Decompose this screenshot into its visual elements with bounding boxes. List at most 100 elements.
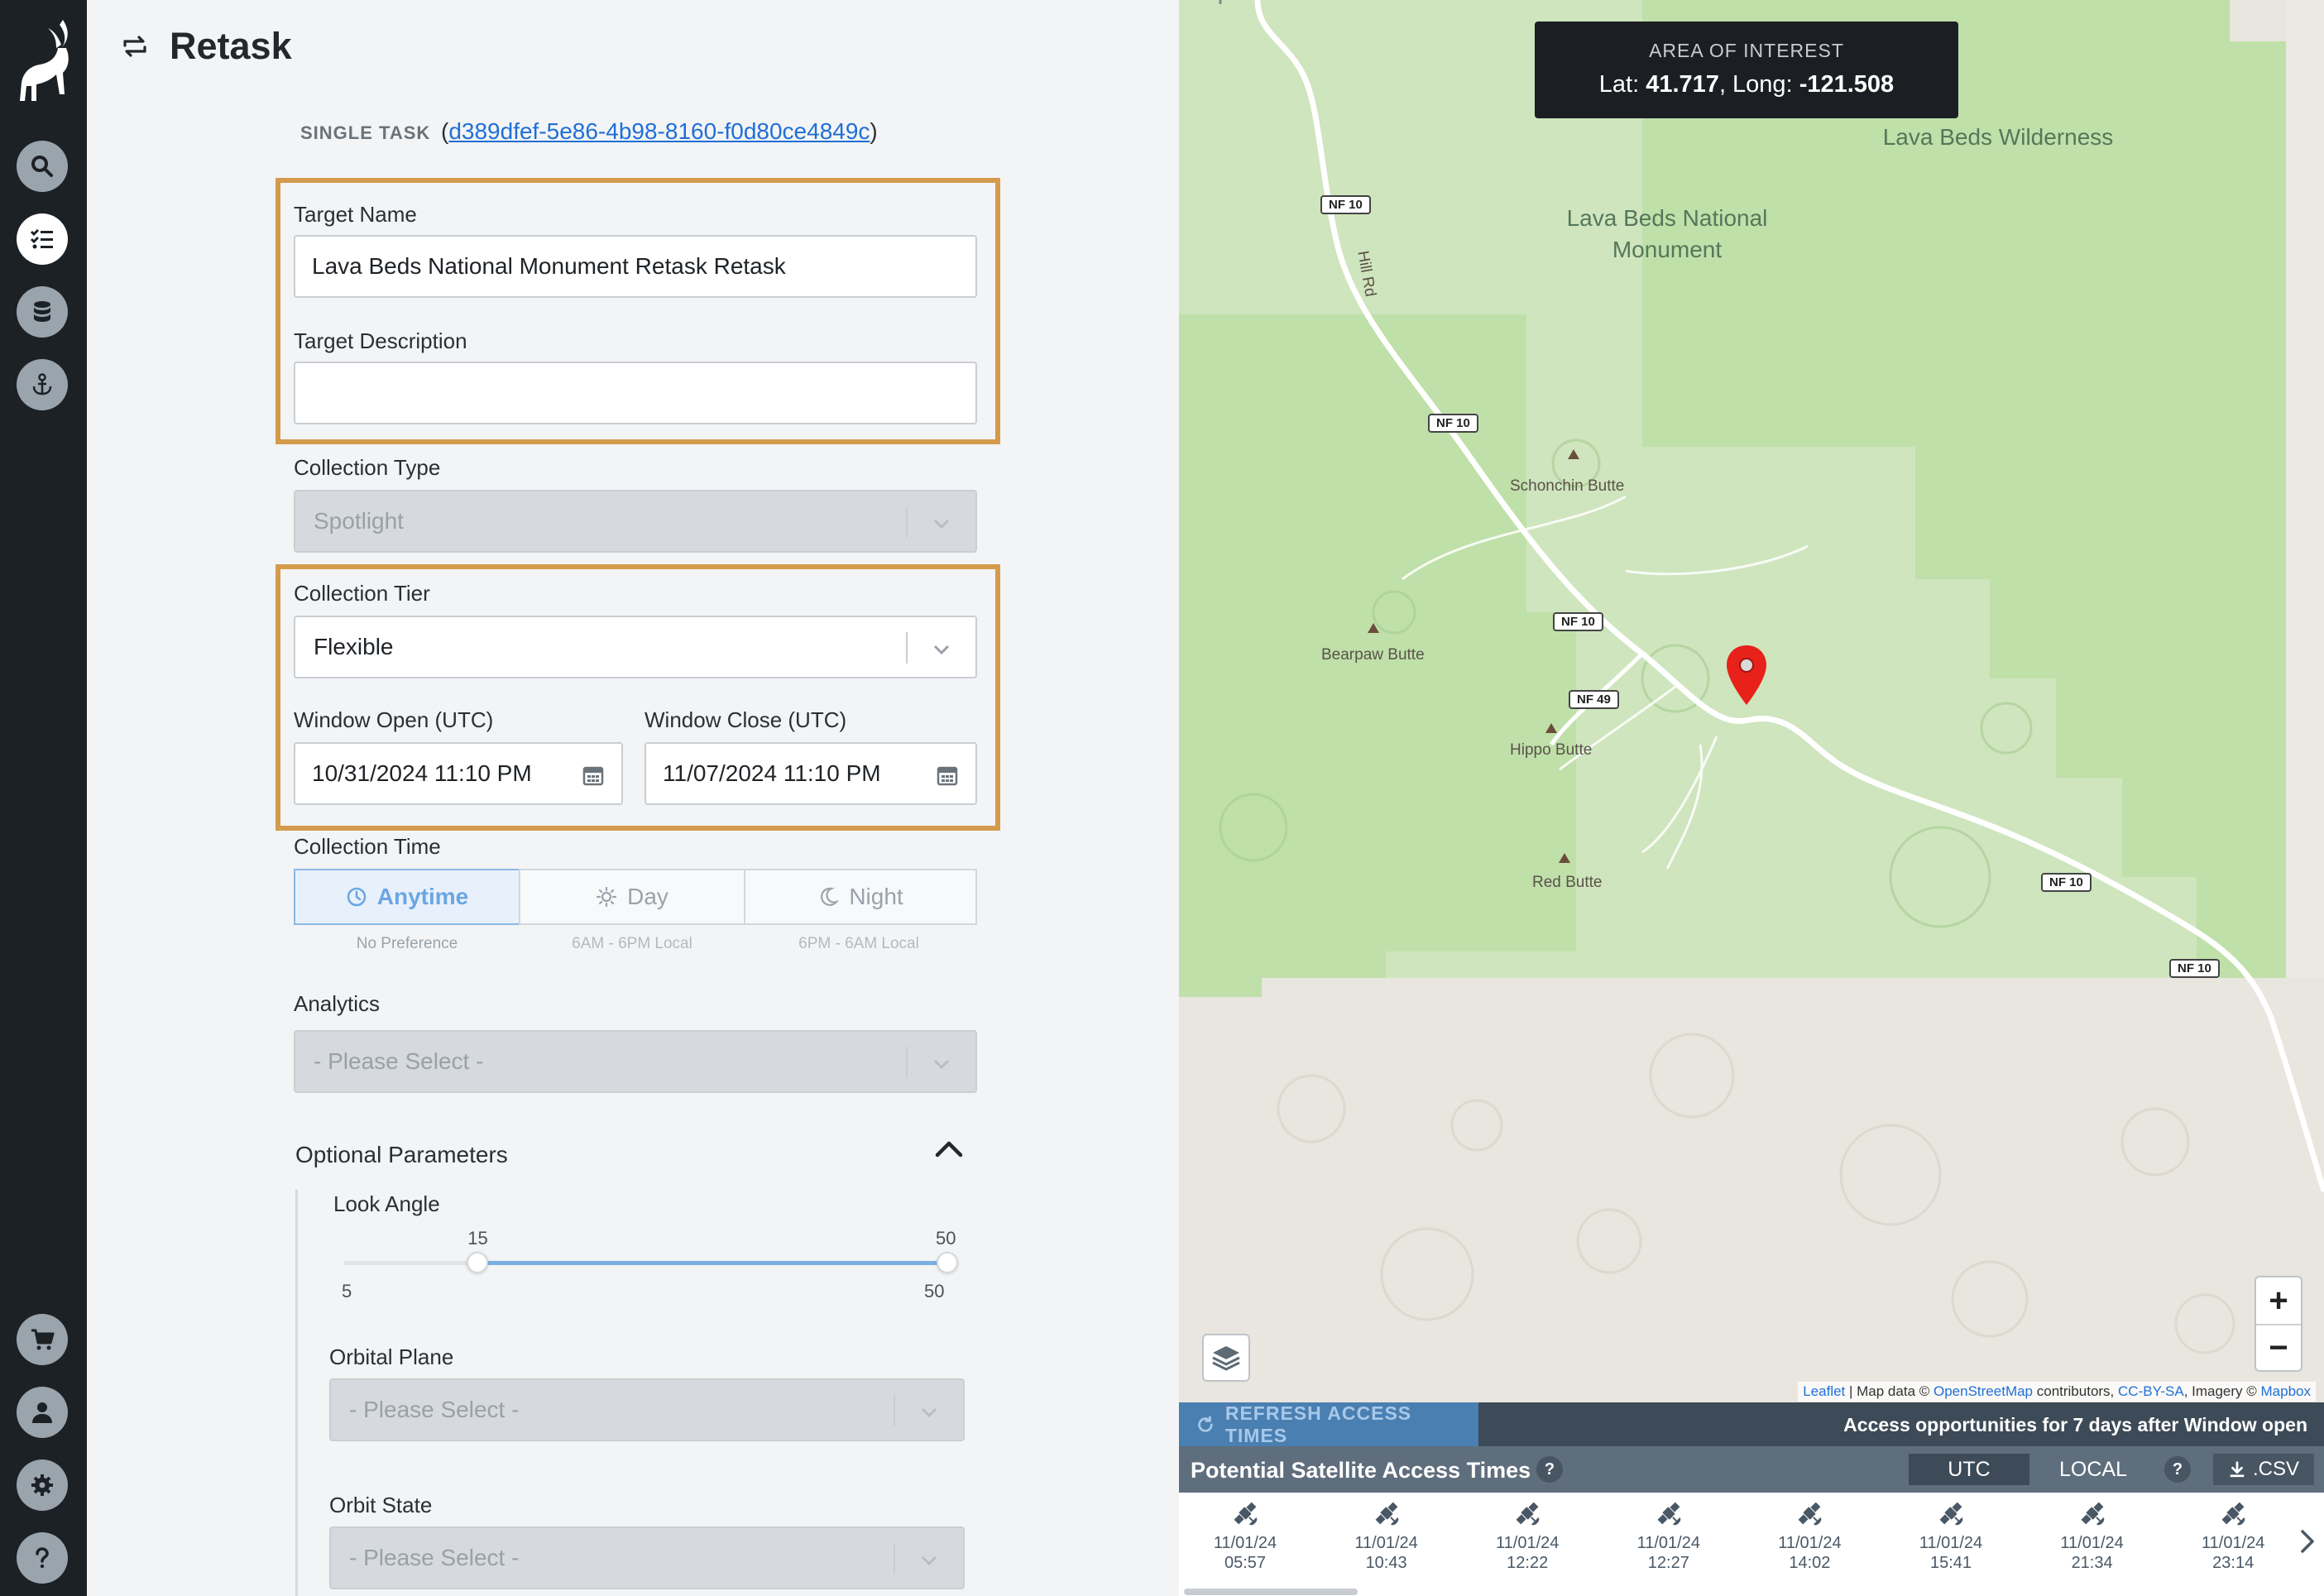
nav-anchor-button[interactable] <box>17 359 68 410</box>
anchor-icon <box>32 373 52 395</box>
orbit-state-select: - Please Select - <box>329 1527 965 1589</box>
access-time-item[interactable]: 11/01/24 12:22 <box>1478 1498 1577 1573</box>
satellite-icon <box>1516 1502 1540 1526</box>
access-window-note: Access opportunities for 7 days after Wi… <box>1843 1414 2307 1435</box>
window-open-input[interactable]: 10/31/2024 11:10 PM <box>294 742 623 805</box>
look-angle-min-label: 5 <box>342 1281 352 1301</box>
collection-time-day-button[interactable]: Day <box>519 869 745 925</box>
attribution-text-2: contributors, <box>2033 1383 2119 1399</box>
download-icon <box>2230 1461 2245 1478</box>
nav-user-button[interactable] <box>17 1387 68 1438</box>
look-angle-low-value: 15 <box>467 1228 488 1249</box>
refresh-access-times-label: REFRESH ACCESS TIMES <box>1224 1402 1412 1446</box>
sun-icon <box>596 886 617 908</box>
page-title: Retask <box>170 25 292 67</box>
cc-by-sa-link[interactable]: CC-BY-SA <box>2118 1383 2184 1399</box>
access-time: 10:43 <box>1365 1554 1407 1572</box>
satellite-icon <box>1234 1502 1258 1526</box>
look-angle-low-handle[interactable] <box>467 1252 489 1273</box>
target-description-input[interactable] <box>294 362 977 424</box>
window-close-input[interactable]: 11/07/2024 11:10 PM <box>644 742 977 805</box>
nav-tasks-button[interactable] <box>17 213 68 265</box>
look-angle-high-handle[interactable] <box>937 1252 958 1273</box>
window-open-label: Window Open (UTC) <box>294 707 494 732</box>
collection-time-day-label: Day <box>627 884 668 909</box>
map-label-monument-line2: Monument <box>1612 237 1723 262</box>
map-view[interactable]: Lava Beds Wilderness Lava Beds National … <box>1179 0 2324 1402</box>
calendar-icon[interactable] <box>936 764 959 787</box>
satellite-access-panel: REFRESH ACCESS TIMES Access opportunitie… <box>1179 1402 2324 1596</box>
export-csv-button[interactable]: .CSV <box>2213 1454 2314 1485</box>
night-subtext: 6PM - 6AM Local <box>798 935 919 952</box>
area-of-interest-box: AREA OF INTEREST Lat: 41.717, Long: -121… <box>1535 22 1958 118</box>
osm-link[interactable]: OpenStreetMap <box>1933 1383 2033 1399</box>
goat-logo-icon <box>20 20 69 101</box>
access-time-item[interactable]: 11/01/24 15:41 <box>1901 1498 2001 1573</box>
nav-cart-button[interactable] <box>17 1314 68 1365</box>
access-time-item[interactable]: 11/01/24 21:34 <box>2043 1498 2142 1573</box>
refresh-access-times-button[interactable]: REFRESH ACCESS TIMES <box>1179 1402 1478 1446</box>
anytime-subtext: No Preference <box>356 935 458 952</box>
satellite-icon <box>2221 1502 2245 1526</box>
access-time-item[interactable]: 11/01/24 05:57 <box>1196 1498 1295 1573</box>
utc-toggle[interactable]: UTC <box>1909 1454 2029 1485</box>
access-time-item[interactable]: 11/01/24 23:14 <box>2183 1498 2283 1573</box>
collection-type-value: Spotlight <box>314 508 404 534</box>
task-id-wrapper: (d389dfef-5e86-4b98-8160-f0d80ce4849c) <box>441 118 878 145</box>
access-date: 11/01/24 <box>1778 1534 1842 1552</box>
access-time-item[interactable]: 11/01/24 14:02 <box>1760 1498 1859 1573</box>
access-time: 12:22 <box>1507 1554 1549 1572</box>
mapbox-link[interactable]: Mapbox <box>2261 1383 2311 1399</box>
collection-tier-label: Collection Tier <box>294 581 430 606</box>
select-separator <box>894 1395 895 1426</box>
access-help-button[interactable]: ? <box>1536 1456 1563 1483</box>
look-angle-slider-fill <box>477 1261 947 1265</box>
aoi-location-pin-icon[interactable] <box>1723 644 1770 708</box>
collection-time-night-button[interactable]: Night <box>744 869 977 925</box>
task-list-icon <box>30 228 53 249</box>
nav-rail <box>0 0 87 1596</box>
target-name-label: Target Name <box>294 202 417 227</box>
orbital-plane-select: - Please Select - <box>329 1378 965 1441</box>
collection-time-night-label: Night <box>849 884 903 909</box>
task-id-link[interactable]: d389dfef-5e86-4b98-8160-f0d80ce4849c <box>448 118 870 144</box>
look-angle-slider[interactable] <box>343 1252 958 1273</box>
chevron-down-icon <box>921 1407 937 1418</box>
user-icon <box>32 1402 52 1423</box>
nav-search-button[interactable] <box>17 141 68 192</box>
zoom-in-button[interactable]: + <box>2256 1277 2301 1324</box>
aoi-coordinates: Lat: 41.717, Long: -121.508 <box>1535 71 1958 98</box>
aoi-lat-value: 41.717 <box>1646 71 1719 98</box>
access-time: 14:02 <box>1789 1554 1831 1572</box>
map-layers-button[interactable] <box>1202 1334 1250 1382</box>
access-time-item[interactable]: 11/01/24 12:27 <box>1619 1498 1718 1573</box>
map-zoom-control: + − <box>2255 1276 2302 1372</box>
collection-time-anytime-label: Anytime <box>376 884 469 909</box>
target-name-input[interactable] <box>294 235 977 298</box>
calendar-icon[interactable] <box>582 764 605 787</box>
collection-time-anytime-button[interactable]: Anytime <box>294 869 520 925</box>
task-id-paren-close: ) <box>870 118 878 144</box>
collection-type-select: Spotlight <box>294 490 977 553</box>
nav-database-button[interactable] <box>17 286 68 338</box>
refresh-icon <box>1198 1415 1213 1432</box>
orbit-state-placeholder: - Please Select - <box>349 1545 520 1570</box>
map-label-monument-line1: Lava Beds National <box>1566 205 1768 231</box>
local-toggle[interactable]: LOCAL <box>2033 1454 2154 1485</box>
nav-help-button[interactable] <box>17 1532 68 1584</box>
satellite-icon <box>1798 1502 1822 1526</box>
road-shield-nf10: NF 10 <box>2041 873 2092 892</box>
access-times-scrollbar[interactable] <box>1184 1589 1358 1595</box>
analytics-placeholder: - Please Select - <box>314 1048 484 1074</box>
leaflet-link[interactable]: Leaflet <box>1803 1383 1845 1399</box>
collection-tier-select[interactable]: Flexible <box>294 616 977 678</box>
access-time-item[interactable]: 11/01/24 10:43 <box>1337 1498 1436 1573</box>
chevron-up-icon[interactable] <box>932 1137 966 1162</box>
nav-settings-button[interactable] <box>17 1459 68 1511</box>
zoom-out-button[interactable]: − <box>2256 1324 2301 1370</box>
timezone-help-button[interactable]: ? <box>2164 1456 2191 1483</box>
chevron-right-icon[interactable] <box>2296 1525 2319 1558</box>
aoi-long-value: -121.508 <box>1799 71 1895 98</box>
satellite-icon <box>1375 1502 1398 1526</box>
select-separator <box>906 632 908 664</box>
